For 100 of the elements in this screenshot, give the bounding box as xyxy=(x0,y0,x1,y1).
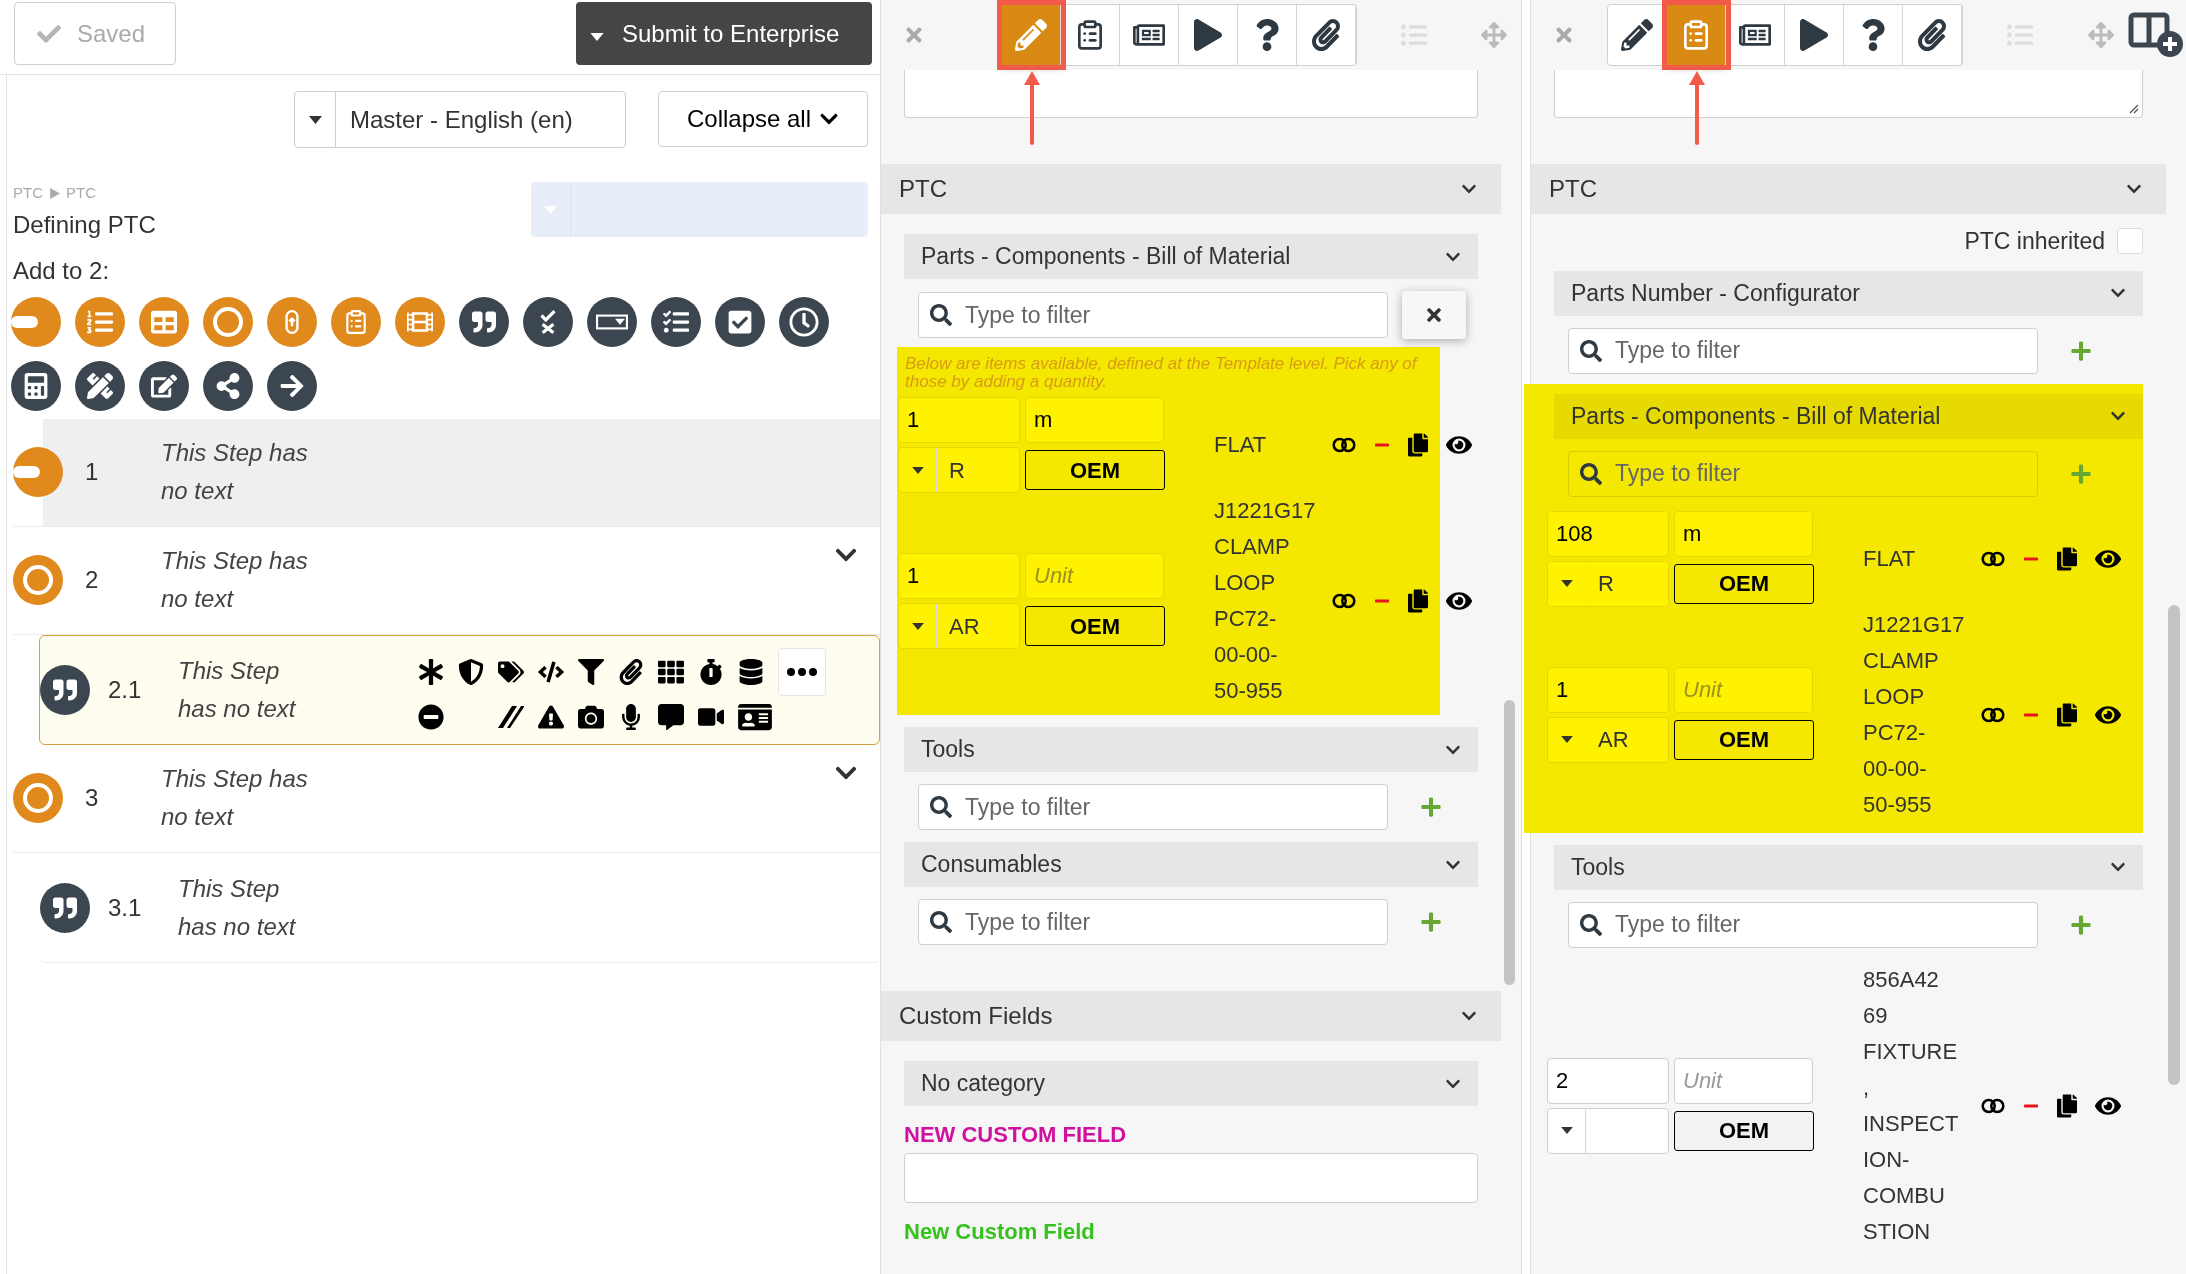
caret-icon xyxy=(308,115,322,124)
table-icon[interactable] xyxy=(139,296,189,347)
ruler-pencil-icon[interactable] xyxy=(75,360,125,411)
add-button[interactable] xyxy=(1420,911,1442,933)
oem-button[interactable]: OEM xyxy=(1674,563,1814,604)
filter-field[interactable]: Type to filter xyxy=(918,784,1388,830)
quantity-field[interactable]: 1 xyxy=(898,553,1020,599)
edit-icon[interactable] xyxy=(139,360,189,411)
group-header[interactable]: Parts - Components - Bill of Material xyxy=(1554,393,2143,439)
checkbox-icon[interactable] xyxy=(715,296,765,347)
toggle-icon[interactable] xyxy=(1332,593,1356,609)
filter-field[interactable]: Type to filter xyxy=(1568,901,2038,948)
group-header[interactable]: Tools xyxy=(1554,844,2143,890)
filter-icon[interactable] xyxy=(578,658,604,685)
filter-field[interactable]: Type to filter xyxy=(918,292,1388,338)
group-header[interactable]: Parts Number - Configurator xyxy=(1554,270,2143,316)
unit-icon[interactable] xyxy=(11,296,61,347)
unit-field[interactable]: Unit xyxy=(1025,553,1164,599)
more-button[interactable] xyxy=(778,647,826,696)
warning-icon[interactable] xyxy=(538,703,564,730)
unit-field[interactable]: Unit xyxy=(1674,1057,1813,1104)
step-number: 3 xyxy=(84,783,100,813)
oem-button[interactable]: OEM xyxy=(1025,450,1165,490)
quantity-field[interactable]: 1 xyxy=(1547,666,1669,713)
add-button[interactable] xyxy=(2070,913,2092,936)
stripes-icon[interactable] xyxy=(498,703,524,730)
stopwatch-icon[interactable] xyxy=(698,658,724,685)
shield-icon[interactable] xyxy=(458,658,484,685)
unit-field[interactable]: Unit xyxy=(1674,666,1813,713)
clipboard-icon[interactable] xyxy=(331,296,381,347)
filter-field[interactable]: Type to filter xyxy=(1568,450,2038,497)
quantity-field[interactable]: 1 xyxy=(898,397,1020,443)
oem-button[interactable]: OEM xyxy=(1674,1110,1814,1151)
type-select[interactable]: R xyxy=(898,447,1020,493)
eye-icon[interactable] xyxy=(1446,433,1472,457)
copy-icon[interactable] xyxy=(2057,702,2077,727)
paperclip-icon[interactable] xyxy=(618,658,644,685)
scrollbar[interactable] xyxy=(1504,700,1515,985)
type-select[interactable]: AR xyxy=(898,603,1020,649)
search-icon xyxy=(1580,913,1602,936)
add-button[interactable] xyxy=(1420,796,1442,818)
caret-icon xyxy=(1560,736,1573,743)
numbered-list-icon[interactable] xyxy=(75,296,125,347)
scrollbar[interactable] xyxy=(2168,605,2180,1085)
group-header[interactable]: Parts - Components - Bill of Material xyxy=(904,234,1478,279)
group-header[interactable]: Tools xyxy=(904,727,1478,772)
copy-icon[interactable] xyxy=(1408,433,1428,457)
collapse-all-button[interactable]: Collapse all xyxy=(658,91,868,147)
add-button[interactable] xyxy=(2070,339,2092,362)
checklist-icon[interactable] xyxy=(651,296,701,347)
toggle-icon[interactable] xyxy=(1981,1097,2005,1114)
grid-icon[interactable] xyxy=(658,658,684,685)
section-header[interactable]: PTC xyxy=(1531,164,2166,214)
quantity-field[interactable]: 2 xyxy=(1547,1057,1669,1104)
toggle-icon[interactable] xyxy=(1981,550,2005,567)
comment-icon[interactable] xyxy=(658,703,684,730)
submit-button[interactable]: Submit to Enterprise xyxy=(576,2,872,65)
clock-icon[interactable] xyxy=(779,296,829,347)
database-icon[interactable] xyxy=(738,658,764,685)
select-field[interactable] xyxy=(531,182,868,237)
copy-icon[interactable] xyxy=(2057,1093,2077,1118)
quantity-field[interactable]: 108 xyxy=(1547,510,1669,557)
filter-field[interactable]: Type to filter xyxy=(1568,327,2038,374)
section-header[interactable]: Custom Fields xyxy=(881,991,1501,1041)
group-title: Tools xyxy=(921,735,975,765)
film-icon[interactable] xyxy=(395,296,445,347)
check-cross-icon[interactable] xyxy=(523,296,573,347)
layout-add-icon[interactable] xyxy=(2128,12,2184,58)
oem-button[interactable]: OEM xyxy=(1674,719,1814,760)
loop-icon[interactable] xyxy=(267,296,317,347)
dropdown-icon[interactable] xyxy=(587,296,637,347)
copy-icon[interactable] xyxy=(1408,589,1428,613)
filter-field[interactable]: Type to filter xyxy=(918,899,1388,945)
ring-icon[interactable] xyxy=(203,296,253,347)
oem-button[interactable]: OEM xyxy=(1025,606,1165,646)
resize-grip-icon[interactable] xyxy=(2127,102,2139,114)
toggle-icon[interactable] xyxy=(1981,706,2005,723)
type-select[interactable]: R xyxy=(1547,560,1669,607)
clear-button[interactable] xyxy=(1402,291,1466,339)
text-field[interactable] xyxy=(904,1153,1478,1203)
toggle-icon[interactable] xyxy=(1332,437,1356,453)
type-select[interactable]: AR xyxy=(1547,716,1669,763)
calculator-icon[interactable] xyxy=(11,360,61,411)
share-icon[interactable] xyxy=(203,360,253,411)
unit-field[interactable]: m xyxy=(1025,397,1164,443)
id-card-icon[interactable] xyxy=(738,701,772,732)
copy-icon[interactable] xyxy=(2057,546,2077,571)
unit-field[interactable]: m xyxy=(1674,510,1813,557)
step-number: 3.1 xyxy=(107,892,143,923)
group-header[interactable]: No category xyxy=(904,1061,1478,1106)
step-row[interactable]: 1 This Step has no text xyxy=(13,418,880,527)
language-select[interactable]: Master - English (en) xyxy=(294,91,626,148)
asterisk-icon[interactable] xyxy=(418,658,444,685)
step-row[interactable]: 2.1 This Step has no text xyxy=(39,634,880,745)
eye-icon[interactable] xyxy=(1446,589,1472,613)
section-header[interactable]: PTC xyxy=(881,164,1501,214)
quote-icon[interactable] xyxy=(459,296,509,347)
group-header[interactable]: Consumables xyxy=(904,842,1478,887)
camera-icon[interactable] xyxy=(578,703,604,730)
checkbox[interactable] xyxy=(2117,228,2143,255)
